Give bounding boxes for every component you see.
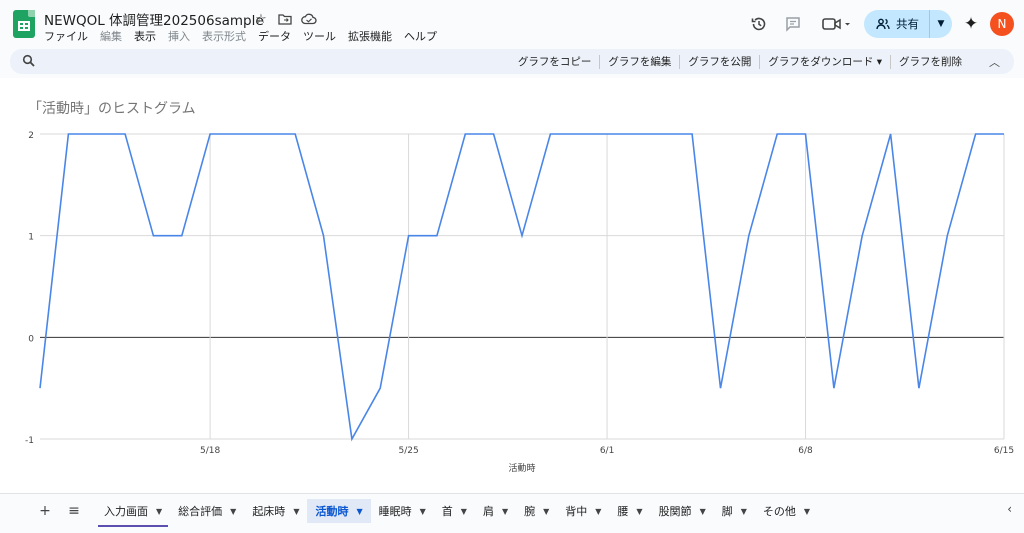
chart-area: 2 1 0 -1 5/18 5/25 6/1 6/8 6/15 活動時 「活動時」のヒストグラム [0, 78, 1024, 493]
publish-chart-button[interactable]: グラフを公開 [680, 54, 761, 69]
delete-chart-button[interactable]: グラフを削除 [891, 55, 970, 69]
copy-chart-button[interactable]: グラフをコピー [510, 54, 601, 69]
search-icon[interactable] [22, 54, 36, 68]
x-tick-label: 6/1 [600, 446, 614, 456]
menu-data[interactable]: データ [258, 28, 291, 44]
menu-extensions[interactable]: 拡張機能 [348, 28, 392, 44]
collapse-chevron-icon[interactable]: ︿ [989, 54, 1000, 70]
video-call-icon[interactable] [818, 9, 856, 39]
download-chart-button[interactable]: グラフをダウンロード ▾ [760, 54, 891, 69]
x-tick-label: 6/15 [994, 446, 1014, 456]
chart-title: 「活動時」のヒストグラム [28, 101, 196, 117]
document-title[interactable]: NEWQOL 体調管理202506sample [44, 9, 264, 29]
menu-file[interactable]: ファイル [44, 28, 88, 44]
explore-chevron-left-icon[interactable]: ‹ [1007, 502, 1012, 516]
chart-actions: グラフをコピー グラフを編集 グラフを公開 グラフをダウンロード ▾ グラフを削… [510, 49, 970, 74]
menu-bar: ファイル 編集 表示 挿入 表示形式 データ ツール 拡張機能 ヘルプ [44, 28, 437, 44]
sheet-tab-label: 脚 [721, 505, 733, 518]
sheet-tab-label: 睡眠時 [378, 505, 412, 518]
comment-icon[interactable] [778, 9, 808, 39]
y-tick-label: 0 [28, 334, 34, 344]
sheet-tab[interactable]: 起床時 ▼ [244, 499, 307, 523]
tab-dropdown-chevron-icon[interactable]: ▼ [420, 507, 426, 516]
title-actions: ☆ [252, 10, 318, 28]
sheet-tab-label: 腰 [617, 505, 629, 518]
sheet-tabs-bar: + ≡ 入力画面 ▼ 総合評価 ▼ 起床時 ▼ 活動時 ▼ 睡眠時 ▼ 首 ▼ 肩 ▼ 腕 ▼ 背中 ▼ 腰 ▼ 股関節… [0, 493, 1024, 533]
sheet-tab-label: 起床時 [252, 505, 286, 518]
sheet-tab-label: 活動時 [315, 505, 349, 518]
menu-insert[interactable]: 挿入 [168, 28, 190, 44]
sheet-tab[interactable]: 総合評価 ▼ [170, 499, 244, 523]
y-tick-label: -1 [25, 436, 34, 446]
sheet-tab-label: その他 [762, 505, 796, 518]
tab-dropdown-chevron-icon[interactable]: ▼ [700, 507, 706, 516]
series-line [39, 133, 1004, 442]
sheets-logo-icon[interactable] [13, 10, 35, 38]
sheets-app: NEWQOL 体調管理202506sample ☆ ファイル 編集 表示 挿入 … [0, 0, 1024, 533]
tab-dropdown-chevron-icon[interactable]: ▼ [595, 507, 601, 516]
sheet-tab[interactable]: 腕 ▼ [516, 499, 557, 523]
menu-view[interactable]: 表示 [134, 28, 156, 44]
menu-tools[interactable]: ツール [303, 28, 336, 44]
sheet-tab[interactable]: 活動時 ▼ [307, 499, 371, 523]
share-dropdown-chevron-icon[interactable]: ▼ [930, 10, 952, 38]
move-folder-icon[interactable] [276, 10, 294, 28]
avatar[interactable]: N [990, 12, 1014, 36]
tab-dropdown-chevron-icon[interactable]: ▼ [502, 507, 508, 516]
sheet-tab[interactable]: 腰 ▼ [609, 499, 650, 523]
sheet-tabs: 入力画面 ▼ 総合評価 ▼ 起床時 ▼ 活動時 ▼ 睡眠時 ▼ 首 ▼ 肩 ▼ 腕 ▼ 背中 ▼ 腰 ▼ 股関節 ▼ 脚 ▼ そ… [96, 499, 818, 527]
x-tick-label: 5/18 [200, 446, 220, 456]
share-label: 共有 [896, 17, 919, 31]
tab-dropdown-chevron-icon[interactable]: ▼ [741, 507, 747, 516]
y-tick-label: 1 [28, 233, 34, 243]
tab-dropdown-chevron-icon[interactable]: ▼ [543, 507, 549, 516]
sheet-tab[interactable]: 首 ▼ [434, 499, 475, 523]
tab-dropdown-chevron-icon[interactable]: ▼ [636, 507, 642, 516]
sheet-tab[interactable]: 脚 ▼ [714, 499, 755, 523]
sheet-tab-label: 腕 [524, 505, 536, 518]
sheet-tab[interactable]: 入力画面 ▼ [96, 499, 170, 527]
share-button[interactable]: 共有 [864, 10, 930, 38]
x-axis-label: 活動時 [508, 462, 535, 474]
sheet-tab-label: 股関節 [658, 505, 692, 518]
sheet-tab[interactable]: 睡眠時 ▼ [371, 499, 434, 523]
menu-edit[interactable]: 編集 [100, 28, 122, 44]
all-sheets-menu-icon[interactable]: ≡ [63, 502, 85, 520]
menu-help[interactable]: ヘルプ [404, 28, 437, 44]
sheet-tab[interactable]: 背中 ▼ [557, 499, 609, 523]
x-tick-label: 6/8 [798, 446, 813, 456]
x-tick-label: 5/25 [398, 446, 418, 456]
history-icon[interactable] [744, 9, 774, 39]
menu-format[interactable]: 表示形式 [202, 28, 246, 44]
tab-dropdown-chevron-icon[interactable]: ▼ [804, 507, 810, 516]
edit-chart-button[interactable]: グラフを編集 [600, 54, 681, 69]
sheet-tab[interactable]: その他 ▼ [755, 499, 818, 523]
sheet-tab-label: 総合評価 [178, 505, 223, 518]
chart-toolbar: グラフをコピー グラフを編集 グラフを公開 グラフをダウンロード ▾ グラフを削… [10, 49, 1014, 74]
cloud-status-icon[interactable] [300, 10, 318, 28]
star-icon[interactable]: ☆ [252, 10, 270, 28]
line-chart: 2 1 0 -1 5/18 5/25 6/1 6/8 6/15 活動時 [25, 131, 1014, 474]
tab-dropdown-chevron-icon[interactable]: ▼ [156, 507, 162, 516]
sheet-tab-label: 入力画面 [104, 505, 148, 518]
sheet-tab-label: 背中 [565, 505, 588, 518]
tab-dropdown-chevron-icon[interactable]: ▼ [230, 507, 236, 516]
sheet-tab[interactable]: 股関節 ▼ [651, 499, 714, 523]
header-right-tools: 共有 ▼ ✦ N [744, 9, 1014, 39]
sheet-tab[interactable]: 肩 ▼ [475, 499, 516, 523]
sparkle-icon[interactable]: ✦ [956, 9, 986, 39]
tab-dropdown-chevron-icon[interactable]: ▼ [461, 507, 467, 516]
add-sheet-icon[interactable]: + [34, 502, 56, 520]
tab-dropdown-chevron-icon[interactable]: ▼ [356, 507, 362, 516]
sheet-tab-label: 首 [441, 505, 453, 518]
share-button-group: 共有 ▼ [864, 10, 952, 38]
sheet-tab-label: 肩 [482, 505, 494, 518]
app-header: NEWQOL 体調管理202506sample ☆ ファイル 編集 表示 挿入 … [0, 0, 1024, 48]
people-icon [876, 18, 890, 30]
tab-dropdown-chevron-icon[interactable]: ▼ [293, 507, 299, 516]
y-tick-label: 2 [28, 131, 34, 141]
